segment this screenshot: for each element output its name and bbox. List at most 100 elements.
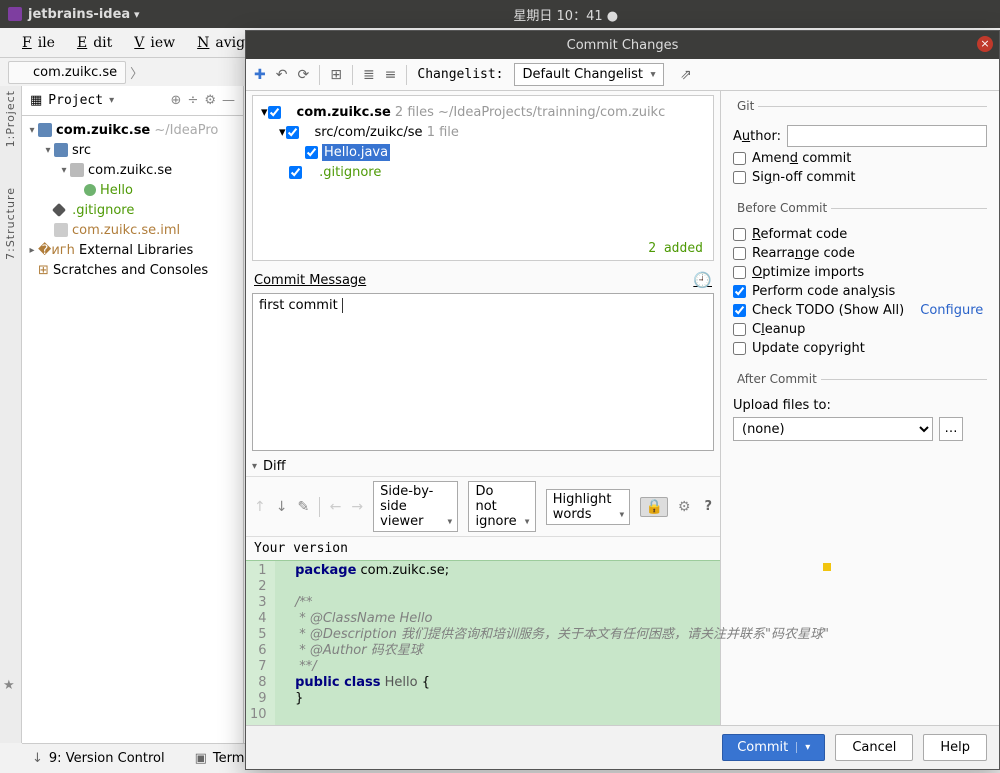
tree-scratches[interactable]: Scratches and Consoles [53, 263, 208, 278]
group-icon[interactable]: ⊞ [330, 67, 342, 83]
breadcrumb-label: com.zuikc.se [33, 65, 117, 80]
added-count: 2 added [648, 241, 703, 256]
refresh-icon[interactable]: ⟳ [297, 67, 309, 83]
expand-panel-icon[interactable]: ⇗ [680, 67, 692, 83]
project-panel-icon: ▦ [30, 93, 42, 108]
ignore-select[interactable]: Do not ignore [468, 481, 535, 532]
collapse-icon[interactable]: ⊕ [171, 93, 182, 108]
close-icon[interactable]: × [977, 36, 993, 52]
check-root[interactable] [268, 106, 281, 119]
amend-label: Amend commit [752, 151, 851, 166]
breadcrumb-project[interactable]: com.zuikc.se [8, 61, 126, 84]
commit-msg-label: Commit Message 🕘 [246, 265, 720, 293]
upload-browse-button[interactable]: … [939, 417, 963, 441]
upload-label: Upload files to: [733, 398, 831, 413]
cancel-button[interactable]: Cancel [835, 734, 913, 761]
dialog-footer: Commit▾ Cancel Help [246, 725, 999, 769]
cleanup-label: Cleanup [752, 322, 805, 337]
os-top-bar: jetbrains-idea 星期日 10：41 ● [0, 0, 1000, 28]
highlight-select[interactable]: Highlight words [546, 489, 631, 525]
line-gutter: 12345678910 [246, 561, 275, 725]
analysis-label: Perform code analysis [752, 284, 895, 299]
tree-iml[interactable]: com.zuikc.se.iml [72, 223, 180, 238]
tree-hello[interactable]: Hello [100, 183, 133, 198]
history-icon[interactable]: 🕘 [693, 271, 712, 289]
project-tool-window: ▦ Project ▾ ⊕ ÷ ⚙ — ▾com.zuikc.se ~/Idea… [22, 86, 244, 743]
next-diff-icon[interactable]: ↓ [276, 499, 288, 515]
diff-twistie[interactable]: ▾ [252, 461, 257, 472]
gear-icon[interactable]: ⚙ [204, 93, 216, 108]
optimize-checkbox[interactable] [733, 266, 746, 279]
tree-src[interactable]: src [72, 143, 91, 158]
vcs-tool-tab[interactable]: ↓9: Version Control [32, 751, 165, 766]
analysis-checkbox[interactable] [733, 285, 746, 298]
help-icon[interactable]: ? [704, 499, 712, 514]
author-input[interactable] [787, 125, 987, 147]
expand-icon[interactable]: ≣ [363, 67, 375, 83]
check-pkg[interactable] [286, 126, 299, 139]
add-icon[interactable]: ✚ [254, 67, 266, 83]
rearrange-checkbox[interactable] [733, 247, 746, 260]
your-version-label: Your version [246, 537, 720, 560]
collapse-icon[interactable]: ≡ [385, 67, 397, 83]
prev-diff-icon: ↑ [254, 499, 266, 515]
dialog-titlebar: Commit Changes × [246, 31, 999, 59]
lock-icon[interactable]: 🔒 [640, 497, 667, 517]
diff-toolbar: ↑ ↓ ✎ ← → Side-by-side viewer Do not ign… [246, 476, 720, 537]
gutter-project-tab[interactable]: 1:Project [4, 90, 17, 147]
changes-tree[interactable]: ▾com.zuikc.se 2 files ~/IdeaProjects/tra… [253, 96, 713, 260]
signoff-label: Sign-off commit [752, 170, 856, 185]
diff-code[interactable]: 12345678910 package com.zuikc.se; /** * … [246, 560, 720, 725]
os-clock: 星期日 10：41 ● [513, 9, 618, 24]
check-gitignore[interactable] [289, 166, 302, 179]
signoff-checkbox[interactable] [733, 171, 746, 184]
after-legend: After Commit [733, 372, 821, 386]
todo-checkbox[interactable] [733, 304, 746, 317]
todo-label: Check TODO (Show All) [752, 303, 904, 318]
tree-extlib[interactable]: External Libraries [79, 243, 193, 258]
copyright-checkbox[interactable] [733, 342, 746, 355]
undo-icon[interactable]: ↶ [276, 67, 288, 83]
tree-root[interactable]: com.zuikc.se [56, 123, 150, 138]
chevron-right-icon: 〉 [130, 63, 143, 82]
edit-icon[interactable]: ✎ [297, 499, 309, 515]
changelist-label: Changelist: [417, 67, 503, 82]
reformat-label: Reformat code [752, 227, 847, 242]
menu-view[interactable]: View [122, 31, 181, 55]
folder-icon [17, 66, 29, 78]
app-icon [8, 7, 22, 21]
left-gutter: 1:Project 7:Structure [0, 86, 22, 743]
commit-msg-textarea[interactable]: first commit [252, 293, 714, 451]
help-button[interactable]: Help [923, 734, 987, 761]
menu-edit[interactable]: Edit [65, 31, 118, 55]
configure-link[interactable]: Configure [920, 303, 983, 318]
reformat-checkbox[interactable] [733, 228, 746, 241]
diff-gear-icon[interactable]: ⚙ [678, 499, 691, 515]
dialog-title: Commit Changes [567, 38, 679, 53]
dialog-toolbar: ✚ ↶ ⟳ ⊞ ≣ ≡ Changelist: Default Changeli… [246, 59, 999, 91]
fwd-icon: → [351, 499, 363, 515]
settings-dropdown-icon[interactable]: ÷ [187, 93, 198, 108]
tree-pkg[interactable]: com.zuikc.se [88, 163, 172, 178]
check-hello[interactable] [305, 146, 318, 159]
tree-gitignore[interactable]: .gitignore [72, 203, 134, 218]
chevron-down-icon[interactable]: ▾ [109, 95, 114, 106]
back-icon: ← [330, 499, 342, 515]
upload-select[interactable]: (none) [733, 417, 933, 441]
favorites-icon[interactable]: ★ [3, 678, 15, 693]
before-legend: Before Commit [733, 201, 831, 215]
os-app-title[interactable]: jetbrains-idea [28, 7, 140, 22]
viewer-select[interactable]: Side-by-side viewer [373, 481, 458, 532]
copyright-label: Update copyright [752, 341, 865, 356]
changelist-select[interactable]: Default Changelist [514, 63, 665, 86]
amend-checkbox[interactable] [733, 152, 746, 165]
cleanup-checkbox[interactable] [733, 323, 746, 336]
gutter-structure-tab[interactable]: 7:Structure [4, 187, 17, 260]
commit-dialog: Commit Changes × ✚ ↶ ⟳ ⊞ ≣ ≡ Changelist:… [245, 30, 1000, 770]
commit-button[interactable]: Commit▾ [722, 734, 825, 761]
menu-file[interactable]: File [10, 31, 61, 55]
hide-icon[interactable]: — [222, 93, 235, 108]
project-tree[interactable]: ▾com.zuikc.se ~/IdeaPro ▾src ▾com.zuikc.… [22, 116, 243, 284]
git-legend: Git [733, 99, 758, 113]
author-label: Author: [733, 129, 781, 144]
